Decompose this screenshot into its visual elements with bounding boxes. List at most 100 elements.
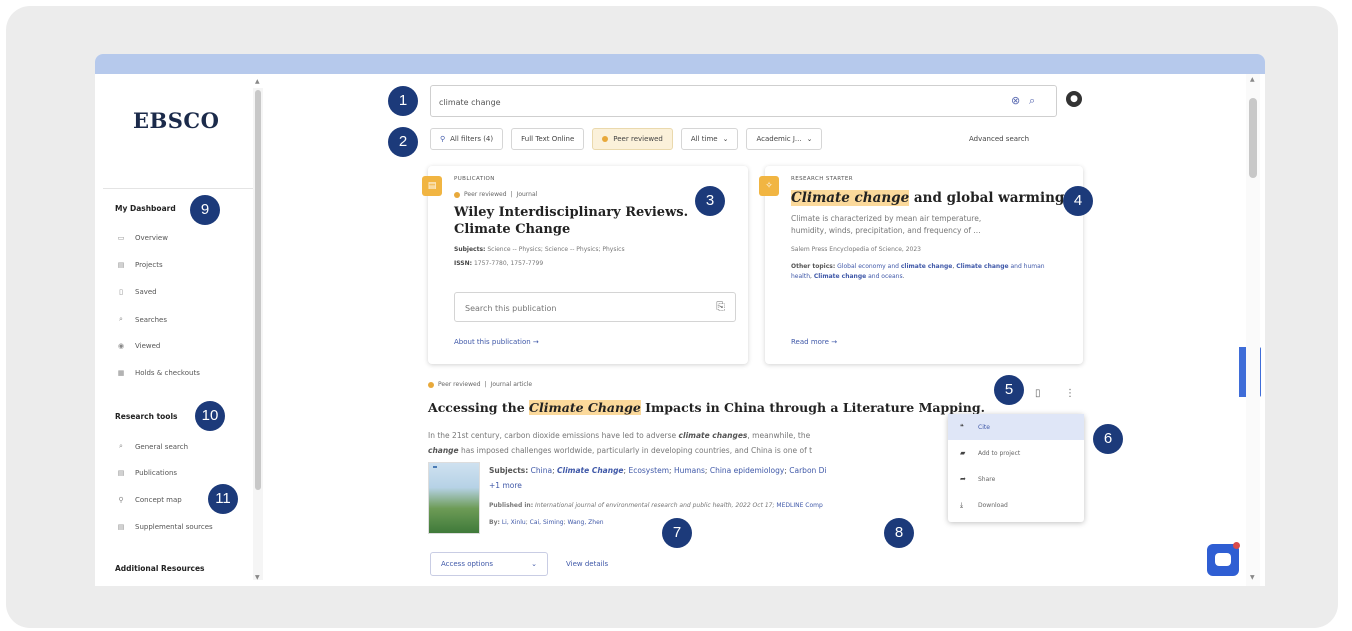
menu-item-download[interactable]: ⤓ Download [948, 492, 1084, 518]
issn-label: ISSN: [454, 260, 473, 267]
scroll-down-icon[interactable]: ▼ [1250, 574, 1255, 581]
menu-item-cite[interactable]: ❝ Cite [948, 414, 1084, 440]
issn-value: 1757-7780, 1757-7799 [473, 260, 544, 267]
sidebar-scroll-thumb[interactable] [255, 90, 261, 490]
sidebar-item-concept-map[interactable]: ⚲ Concept map [117, 496, 181, 504]
search-input[interactable] [439, 93, 959, 111]
user-account-icon[interactable]: ● [1066, 91, 1082, 107]
subject-link[interactable]: China [531, 466, 552, 475]
menu-item-share[interactable]: ➦ Share [948, 466, 1084, 492]
holds-icon: ▦ [117, 369, 125, 377]
journal-cover-image[interactable] [428, 462, 480, 534]
menu-item-label: Download [978, 501, 1008, 509]
title-part: Accessing the [428, 400, 530, 415]
other-topic-link[interactable]: Climate change and oceans [814, 273, 903, 280]
sidebar-item-label: General search [135, 442, 189, 451]
filter-bar: ⚲ All filters (4) Full Text Online Peer r… [430, 128, 823, 150]
card-type-label: RESEARCH STARTER [791, 176, 853, 182]
sidebar-item-general-search[interactable]: ⌕ General search [117, 442, 188, 451]
cover-badge [433, 466, 437, 468]
callout-marker-8: 8 [884, 518, 914, 548]
main-scrollbar[interactable]: ▲ ▼ [1246, 74, 1260, 586]
research-starter-title[interactable]: Climate change and global warming. [791, 190, 1069, 207]
source-type-filter[interactable]: Academic J... ⌄ [746, 128, 823, 150]
sidebar-item-label: Holds & checkouts [135, 369, 200, 377]
time-filter[interactable]: All time ⌄ [680, 128, 739, 150]
peer-reviewed-filter[interactable]: Peer reviewed [592, 128, 673, 150]
document-search-icon[interactable]: ⎘ [716, 300, 725, 314]
subjects-value: Science -- Physics; Science -- Physics; … [487, 246, 625, 253]
publication-search-input[interactable] [465, 301, 685, 315]
publication-title[interactable]: Wiley Interdisciplinary Reviews. Climate … [454, 204, 688, 238]
by-label: By: [489, 519, 500, 526]
subject-link[interactable]: Carbon Di [789, 466, 826, 475]
window-topbar [95, 54, 1265, 74]
link-text: and oceans [868, 273, 903, 280]
menu-item-label: Add to project [978, 449, 1021, 457]
scroll-up-icon[interactable]: ▲ [255, 78, 260, 85]
sidebar-item-saved[interactable]: ▯ Saved [117, 288, 157, 296]
title-highlight: Climate Change [529, 400, 641, 415]
author-link[interactable]: Wang, Zhen [568, 519, 604, 526]
callout-marker-7: 7 [662, 518, 692, 548]
author-link[interactable]: Cai, Siming [530, 519, 564, 526]
read-more-link[interactable]: Read more → [791, 338, 837, 346]
all-filters-button[interactable]: ⚲ All filters (4) [430, 128, 504, 150]
sidebar-item-viewed[interactable]: ◉ Viewed [117, 342, 160, 350]
full-text-filter[interactable]: Full Text Online [511, 128, 585, 150]
other-topic-link[interactable]: Global economy and climate change [837, 263, 952, 270]
research-starter-description: Climate is characterized by mean air tem… [791, 213, 981, 237]
supplemental-icon: ▤ [117, 523, 125, 531]
filter-icon: ⚲ [440, 135, 446, 143]
abstract-part: has imposed challenges worldwide, partic… [458, 446, 813, 455]
callout-marker-3: 3 [695, 186, 725, 216]
scroll-up-icon[interactable]: ▲ [1250, 76, 1255, 83]
author-link[interactable]: Li, Xinlu [502, 519, 526, 526]
sidebar-scrollbar[interactable]: ▲ ▼ [253, 78, 263, 581]
ebsco-logo[interactable]: EBSCO [133, 108, 219, 133]
sidebar-head-additional: Additional Resources [115, 564, 205, 573]
menu-item-add-to-project[interactable]: ▰ Add to project [948, 440, 1084, 466]
scroll-down-icon[interactable]: ▼ [255, 574, 260, 581]
published-label: Published in: [489, 502, 534, 509]
bookmark-icon[interactable]: ▯ [1035, 388, 1041, 399]
abstract-part: , meanwhile, the [747, 431, 811, 440]
more-options-icon[interactable]: ⋮ [1065, 388, 1075, 399]
chat-button[interactable] [1207, 542, 1240, 576]
database-link[interactable]: MEDLINE Comp [776, 502, 822, 509]
subject-link[interactable]: Humans [674, 466, 705, 475]
sidebar-item-projects[interactable]: ▤ Projects [117, 261, 163, 269]
sidebar-item-supplemental[interactable]: ▤ Supplemental sources [117, 523, 213, 531]
peer-reviewed-icon [602, 136, 609, 142]
result-authors: By: Li, Xinlu; Cai, Siming; Wang, Zhen [489, 519, 604, 526]
access-options-button[interactable]: Access options ⌄ [430, 552, 548, 576]
desc-line: humidity, winds, precipitation, and freq… [791, 226, 981, 235]
clear-icon[interactable]: ⊗ [1011, 94, 1020, 107]
callout-marker-6: 6 [1093, 424, 1123, 454]
result-title[interactable]: Accessing the Climate Change Impacts in … [428, 400, 985, 415]
sidebar-item-holds[interactable]: ▦ Holds & checkouts [117, 369, 200, 377]
more-subjects-link[interactable]: +1 more [489, 481, 522, 490]
view-details-link[interactable]: View details [566, 560, 608, 568]
callout-marker-10: 10 [195, 401, 225, 431]
other-topics: Other topics: Global economy and climate… [791, 263, 1045, 280]
callout-marker-5: 5 [994, 375, 1024, 405]
sidebar: EBSCO My Dashboard ▭ Overview ▤ Projects ▯… [95, 74, 265, 586]
sidebar-item-overview[interactable]: ▭ Overview [117, 234, 168, 242]
sidebar-item-searches[interactable]: ⌕ Searches [117, 315, 167, 324]
search-icon[interactable]: ⌕ [1029, 94, 1035, 108]
main-scroll-thumb[interactable] [1249, 98, 1257, 178]
subject-link[interactable]: China epidemiology [710, 466, 785, 475]
source-type-label: Academic J... [756, 135, 802, 143]
publication-icon: ▤ [117, 469, 125, 477]
sidebar-item-label: Saved [135, 288, 157, 296]
sidebar-item-publications[interactable]: ▤ Publications [117, 469, 177, 477]
subject-link[interactable]: Climate Change [557, 466, 624, 475]
title-highlight: Climate change [791, 190, 910, 206]
chat-bubble-icon [1215, 553, 1231, 566]
advanced-search-link[interactable]: Advanced search [969, 135, 1029, 143]
menu-item-label: Cite [978, 423, 990, 431]
subject-link[interactable]: Ecosystem [628, 466, 669, 475]
subjects-label: Subjects: [489, 466, 529, 475]
about-publication-link[interactable]: About this publication → [454, 338, 539, 346]
